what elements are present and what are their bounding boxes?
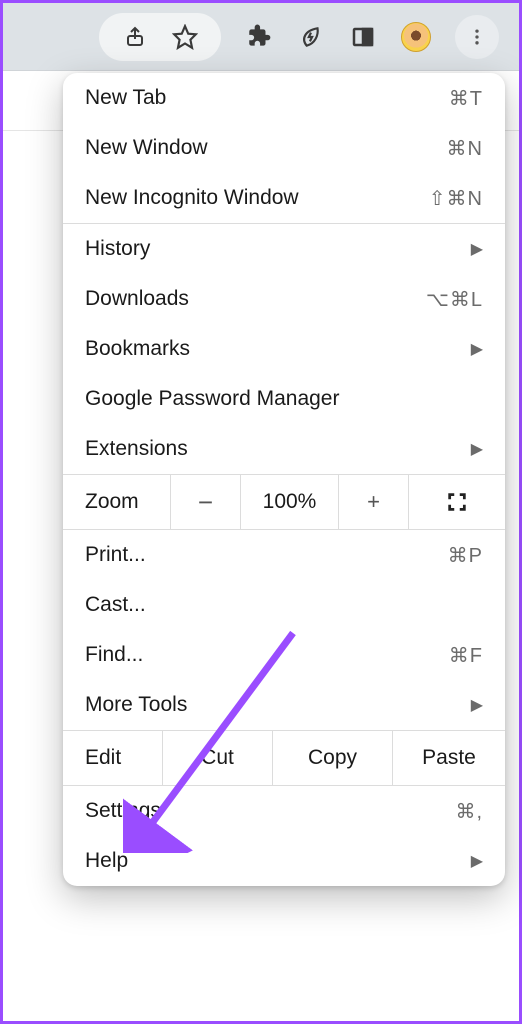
chevron-right-icon: ▶: [471, 339, 483, 359]
chrome-overflow-menu: New Tab ⌘T New Window ⌘N New Incognito W…: [63, 73, 505, 886]
chevron-right-icon: ▶: [471, 851, 483, 871]
browser-toolbar: [3, 3, 519, 71]
menu-label: Downloads: [85, 287, 426, 311]
chevron-right-icon: ▶: [471, 439, 483, 459]
extensions-icon[interactable]: [245, 23, 273, 51]
menu-item-print[interactable]: Print... ⌘P: [63, 530, 505, 580]
shortcut-text: ⇧⌘N: [429, 186, 483, 211]
menu-item-help[interactable]: Help ▶: [63, 836, 505, 886]
menu-item-settings[interactable]: Settings ⌘,: [63, 786, 505, 836]
menu-label: Print...: [85, 543, 448, 567]
menu-label: Find...: [85, 643, 449, 667]
menu-item-more-tools[interactable]: More Tools ▶: [63, 680, 505, 730]
zoom-out-button[interactable]: −: [171, 475, 241, 529]
menu-label: Cast...: [85, 593, 483, 617]
menu-label: Help: [85, 849, 471, 873]
shortcut-text: ⌘T: [449, 86, 483, 111]
menu-label: Bookmarks: [85, 337, 471, 361]
menu-label: Extensions: [85, 437, 471, 461]
menu-item-history[interactable]: History ▶: [63, 224, 505, 274]
menu-label: History: [85, 237, 471, 261]
menu-label: Settings: [85, 799, 455, 823]
menu-item-new-tab[interactable]: New Tab ⌘T: [63, 73, 505, 123]
zoom-in-button[interactable]: +: [339, 475, 409, 529]
shortcut-text: ⌘F: [449, 643, 483, 668]
menu-item-downloads[interactable]: Downloads ⌥⌘L: [63, 274, 505, 324]
menu-item-cast[interactable]: Cast...: [63, 580, 505, 630]
edit-controls: Edit Cut Copy Paste: [63, 730, 505, 786]
shortcut-text: ⌥⌘L: [426, 287, 483, 312]
zoom-controls: Zoom − 100% +: [63, 474, 505, 530]
menu-item-new-window[interactable]: New Window ⌘N: [63, 123, 505, 173]
zoom-label: Zoom: [63, 475, 171, 529]
toolbar-pill: [99, 13, 221, 61]
zoom-value: 100%: [241, 475, 339, 529]
menu-label: Google Password Manager: [85, 387, 483, 411]
menu-item-password-manager[interactable]: Google Password Manager: [63, 374, 505, 424]
fullscreen-button[interactable]: [409, 475, 505, 529]
kebab-menu-button[interactable]: [455, 15, 499, 59]
copy-button[interactable]: Copy: [273, 731, 393, 785]
shortcut-text: ⌘P: [448, 543, 483, 568]
menu-item-find[interactable]: Find... ⌘F: [63, 630, 505, 680]
leaf-bolt-icon[interactable]: [297, 23, 325, 51]
edit-label: Edit: [63, 731, 163, 785]
menu-label: New Window: [85, 136, 447, 160]
menu-item-bookmarks[interactable]: Bookmarks ▶: [63, 324, 505, 374]
paste-button[interactable]: Paste: [393, 731, 505, 785]
menu-label: New Incognito Window: [85, 186, 429, 210]
share-icon[interactable]: [121, 23, 149, 51]
menu-label: New Tab: [85, 86, 449, 110]
menu-item-new-incognito[interactable]: New Incognito Window ⇧⌘N: [63, 173, 505, 223]
star-icon[interactable]: [171, 23, 199, 51]
menu-label: More Tools: [85, 693, 471, 717]
cut-button[interactable]: Cut: [163, 731, 273, 785]
menu-item-extensions[interactable]: Extensions ▶: [63, 424, 505, 474]
profile-avatar[interactable]: [401, 22, 431, 52]
chevron-right-icon: ▶: [471, 239, 483, 259]
chevron-right-icon: ▶: [471, 695, 483, 715]
shortcut-text: ⌘N: [447, 136, 483, 161]
shortcut-text: ⌘,: [455, 799, 483, 824]
sidepanel-icon[interactable]: [349, 23, 377, 51]
